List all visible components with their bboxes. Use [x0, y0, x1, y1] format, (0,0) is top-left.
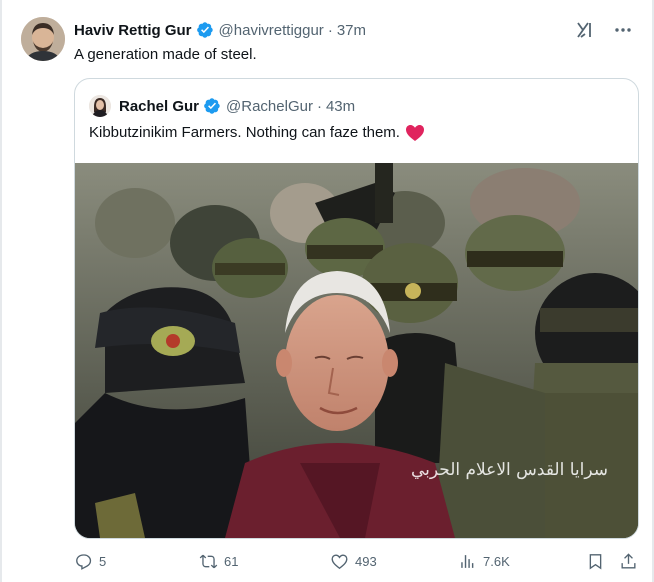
repost-icon [199, 554, 218, 568]
timestamp[interactable]: 37m [337, 22, 366, 39]
photo-watermark: سرايا القدس الاعلام الحربي [410, 460, 608, 480]
reply-count: 5 [99, 553, 107, 569]
heart-icon [331, 553, 348, 569]
share-button[interactable] [619, 548, 644, 574]
grok-icon [577, 22, 591, 38]
left-border [0, 0, 2, 582]
more-button[interactable] [612, 19, 634, 41]
grok-button[interactable] [574, 19, 596, 41]
author-handle[interactable]: @havivrettiggur [219, 22, 324, 39]
verified-badge-icon [204, 98, 220, 114]
repost-button[interactable]: 61 [199, 548, 238, 574]
views-count: 7.6K [483, 553, 510, 569]
author-name[interactable]: Haviv Rettig Gur [74, 22, 192, 39]
tweet-photo[interactable]: سرايا القدس الاعلام الحربي [75, 163, 638, 538]
verified-badge-icon [196, 22, 213, 38]
reply-icon [76, 553, 92, 570]
views-button[interactable]: 7.6K [458, 548, 510, 574]
quote-avatar-image [89, 95, 111, 117]
tweet-header: Haviv Rettig Gur @havivrettiggur · 37m [74, 19, 366, 41]
avatar-image [21, 17, 65, 61]
crowd-photo-illustration [75, 163, 638, 538]
quote-author-name[interactable]: Rachel Gur [119, 98, 199, 115]
quote-text-row: Kibbutzinikim Farmers. Nothing can faze … [89, 123, 425, 143]
quoted-tweet[interactable]: Rachel Gur @RachelGur · 43m Kibbutziniki… [74, 78, 639, 539]
like-button[interactable]: 493 [330, 548, 377, 574]
bookmark-button[interactable] [586, 548, 611, 574]
share-icon [621, 552, 636, 569]
top-actions [574, 19, 634, 41]
quote-timestamp[interactable]: 43m [326, 98, 355, 115]
quote-header: Rachel Gur @RachelGur · 43m [89, 95, 355, 117]
repost-count: 61 [224, 553, 239, 569]
quote-text: Kibbutzinikim Farmers. Nothing can faze … [89, 124, 400, 141]
avatar[interactable] [21, 17, 65, 61]
quote-avatar [89, 95, 111, 117]
separator: · [327, 21, 333, 39]
more-icon [615, 28, 631, 32]
like-count: 493 [355, 553, 377, 569]
tweet-text: A generation made of steel. [74, 46, 257, 63]
quote-author-handle[interactable]: @RachelGur [226, 98, 313, 115]
quote-separator: · [316, 97, 322, 115]
action-bar: 5 61 493 7.6K [74, 548, 640, 574]
views-icon [461, 554, 474, 568]
heart-emoji-icon [405, 125, 424, 141]
bookmark-icon [589, 553, 602, 570]
reply-button[interactable]: 5 [74, 548, 106, 574]
